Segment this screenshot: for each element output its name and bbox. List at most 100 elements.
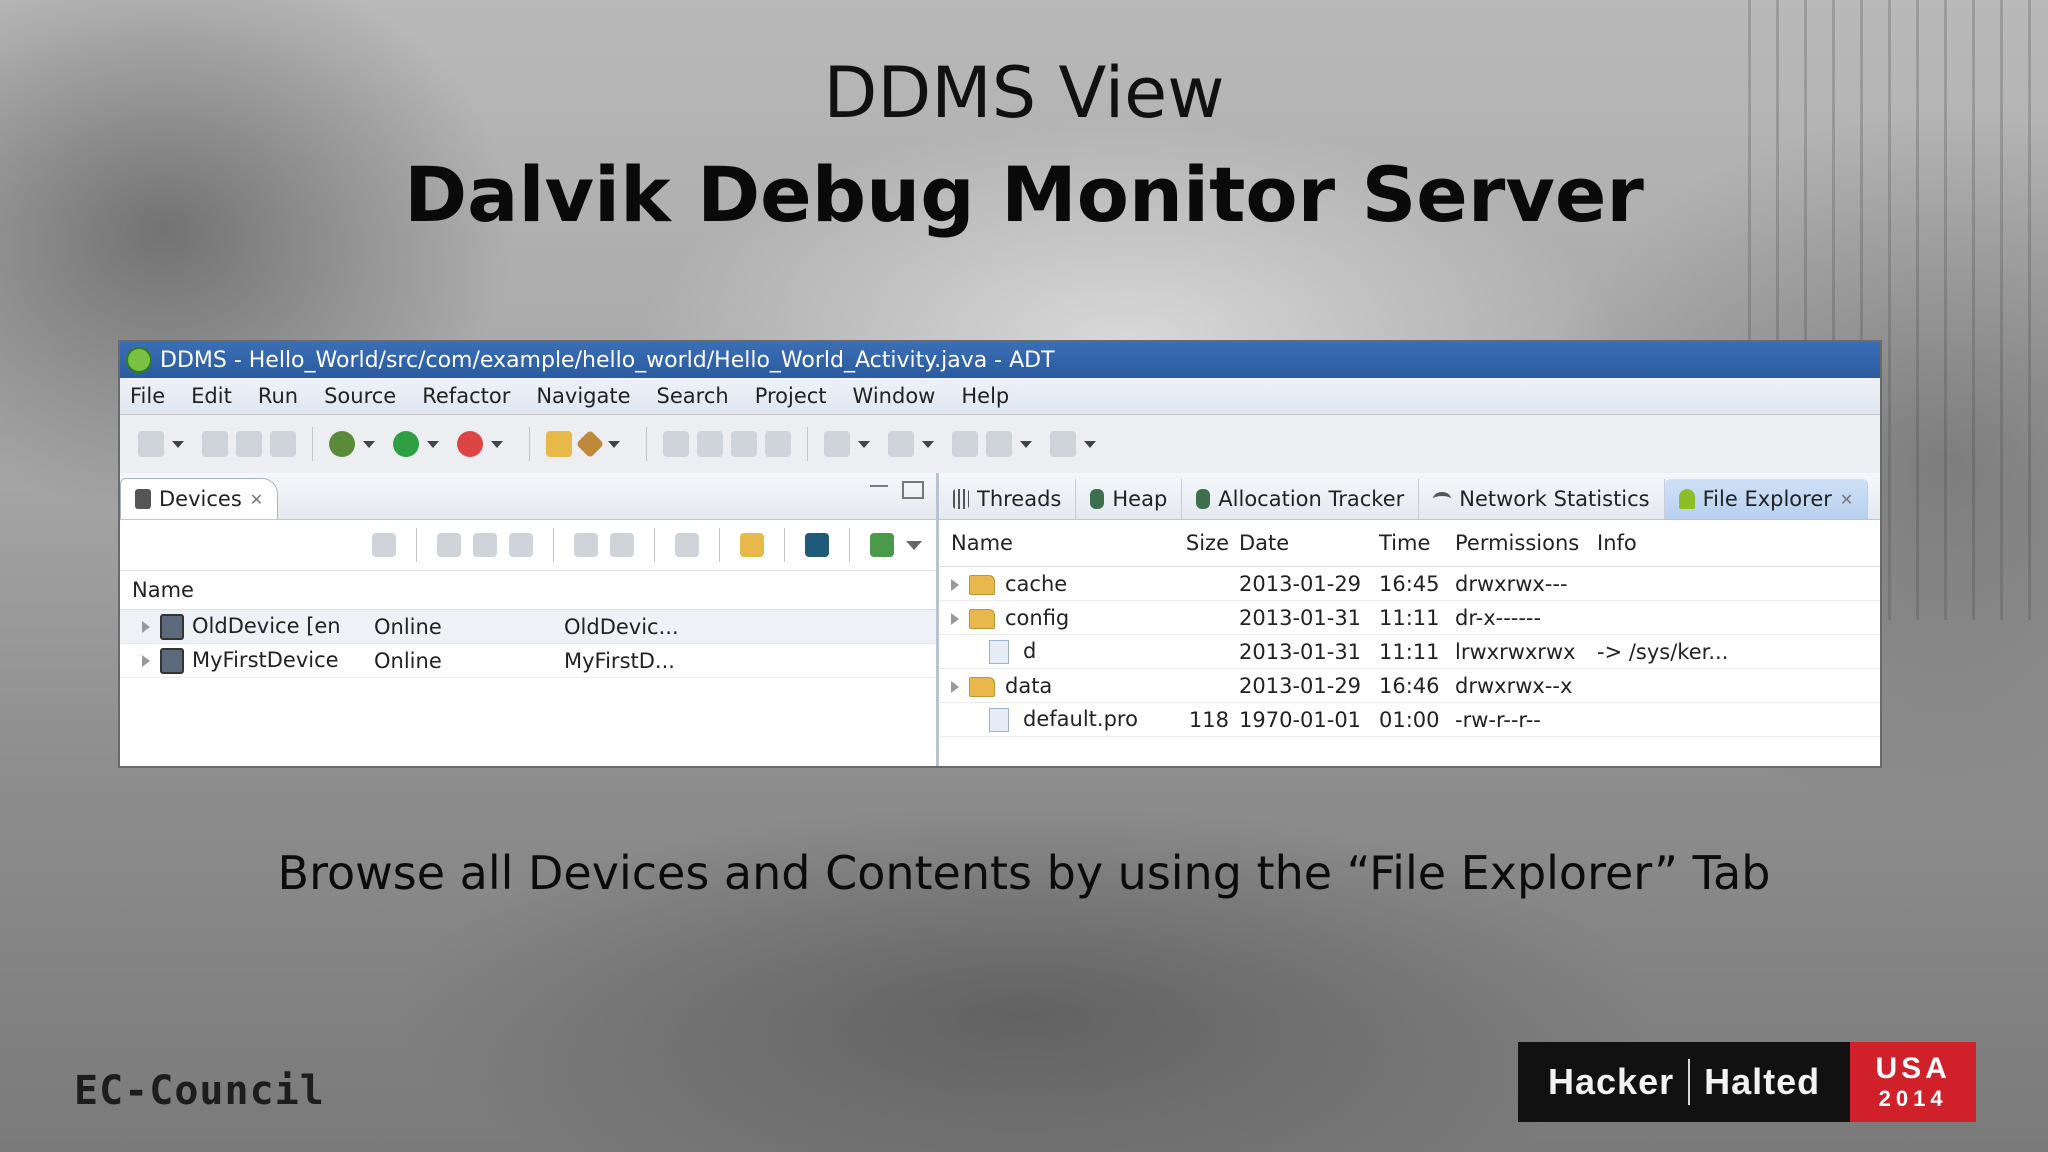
column-permissions[interactable]: Permissions	[1439, 531, 1597, 555]
menu-project[interactable]: Project	[755, 384, 827, 408]
tab-heap[interactable]: Heap	[1076, 479, 1183, 519]
file-name-cell: data	[939, 674, 1173, 698]
new-dropdown-icon[interactable]	[172, 440, 184, 448]
screen-capture-icon[interactable]	[740, 533, 764, 557]
cause-gc-icon[interactable]	[509, 533, 533, 557]
prev-annotation-dropdown-icon[interactable]	[922, 440, 934, 448]
slide-caption: Browse all Devices and Contents by using…	[277, 846, 1771, 900]
menu-help[interactable]: Help	[961, 384, 1009, 408]
folder-icon	[969, 676, 995, 697]
file-row[interactable]: cache 2013-01-29 16:45 drwxrwx---	[939, 567, 1880, 601]
stop-process-icon[interactable]	[675, 533, 699, 557]
run-icon[interactable]	[393, 431, 419, 457]
column-time[interactable]: Time	[1375, 531, 1439, 555]
back-dropdown-icon[interactable]	[1020, 440, 1032, 448]
window-title: DDMS - Hello_World/src/com/example/hello…	[160, 347, 1055, 373]
expand-arrow-icon[interactable]	[142, 654, 150, 667]
menu-source[interactable]: Source	[324, 384, 396, 408]
dump-view-hierarchy-icon[interactable]	[805, 533, 829, 557]
device-row[interactable]: MyFirstDevice Online MyFirstD...	[120, 644, 936, 678]
devices-view: Devices ✕ Name OldDevice [en Online OldD…	[120, 473, 939, 766]
save-all-icon[interactable]	[236, 431, 262, 457]
minimize-icon[interactable]	[870, 485, 888, 489]
file-row[interactable]: data 2013-01-29 16:46 drwxrwx--x	[939, 669, 1880, 703]
save-icon[interactable]	[202, 431, 228, 457]
event-name-right: Halted	[1704, 1061, 1821, 1102]
view-menu-icon[interactable]	[906, 540, 922, 550]
external-tools-icon[interactable]	[457, 431, 483, 457]
tab-allocation-tracker[interactable]: Allocation Tracker	[1182, 479, 1420, 519]
device-serial: OldDevic...	[564, 614, 679, 639]
toolbar-separator	[807, 427, 808, 461]
prev-annotation-icon[interactable]	[888, 431, 914, 457]
systrace-icon[interactable]	[870, 533, 894, 557]
menu-search[interactable]: Search	[657, 384, 729, 408]
device-row[interactable]: OldDevice [en Online OldDevic...	[120, 610, 936, 644]
close-icon[interactable]: ✕	[250, 490, 263, 509]
next-annotation-icon[interactable]	[824, 431, 850, 457]
close-icon[interactable]: ✕	[1840, 490, 1853, 509]
show-whitespace-icon[interactable]	[731, 431, 757, 457]
open-folder-icon[interactable]	[546, 431, 572, 457]
file-name-cell: config	[939, 606, 1173, 630]
tab-network-statistics[interactable]: Network Statistics	[1419, 479, 1665, 519]
maximize-icon[interactable]	[902, 481, 924, 499]
paragraph-icon[interactable]	[765, 431, 791, 457]
file-row[interactable]: d 2013-01-31 11:11 lrwxrwxrwx -> /sys/ke…	[939, 635, 1880, 669]
toolbar-separator	[784, 528, 785, 562]
menu-window[interactable]: Window	[853, 384, 936, 408]
tab-threads[interactable]: Threads	[939, 479, 1077, 519]
print-icon[interactable]	[270, 431, 296, 457]
start-method-profiling-icon[interactable]	[610, 533, 634, 557]
event-name-left: Hacker	[1548, 1061, 1675, 1102]
expand-arrow-icon[interactable]	[951, 578, 959, 591]
dump-hprof-icon[interactable]	[473, 533, 497, 557]
event-badge: USA 2014	[1850, 1042, 1977, 1122]
slide-subtitle: Dalvik Debug Monitor Server	[404, 150, 1644, 239]
expand-arrow-icon[interactable]	[951, 680, 959, 693]
rocket-icon[interactable]	[575, 429, 605, 459]
device-icon	[160, 647, 184, 674]
file-row[interactable]: config 2013-01-31 11:11 dr-x------	[939, 601, 1880, 635]
last-edit-icon[interactable]	[952, 431, 978, 457]
slide-title: DDMS View	[823, 52, 1225, 134]
menu-navigate[interactable]: Navigate	[536, 384, 630, 408]
update-heap-icon[interactable]	[437, 533, 461, 557]
menu-refactor[interactable]: Refactor	[422, 384, 510, 408]
new-icon[interactable]	[138, 431, 164, 457]
file-row[interactable]: default.pro 118 1970-01-01 01:00 -rw-r--…	[939, 703, 1880, 737]
forward-icon[interactable]	[1050, 431, 1076, 457]
file-info: -> /sys/ker...	[1597, 639, 1729, 664]
forward-dropdown-icon[interactable]	[1084, 440, 1096, 448]
tab-network-statistics-label: Network Statistics	[1459, 487, 1650, 511]
file-permissions: drwxrwx--x	[1455, 673, 1573, 698]
menu-edit[interactable]: Edit	[191, 384, 232, 408]
external-tools-dropdown-icon[interactable]	[491, 440, 503, 448]
debug-icon[interactable]	[329, 431, 355, 457]
rocket-dropdown-icon[interactable]	[608, 440, 620, 448]
expand-arrow-icon[interactable]	[142, 620, 150, 633]
update-threads-icon[interactable]	[574, 533, 598, 557]
tab-file-explorer[interactable]: File Explorer ✕	[1664, 479, 1869, 519]
device-icon	[160, 613, 184, 640]
back-icon[interactable]	[986, 431, 1012, 457]
expand-arrow-icon[interactable]	[951, 612, 959, 625]
next-annotation-dropdown-icon[interactable]	[858, 440, 870, 448]
column-name[interactable]: Name	[939, 531, 1173, 555]
column-info[interactable]: Info	[1597, 531, 1717, 555]
devices-tab-row: Devices ✕	[120, 473, 936, 520]
menu-run[interactable]: Run	[258, 384, 298, 408]
file-permissions: lrwxrwxrwx	[1455, 639, 1576, 664]
column-size[interactable]: Size	[1173, 531, 1229, 555]
pin-icon[interactable]	[663, 431, 689, 457]
column-name[interactable]: Name	[120, 578, 354, 602]
device-name: OldDevice [en	[192, 613, 341, 638]
network-icon	[1433, 492, 1452, 506]
menu-file[interactable]: File	[130, 384, 165, 408]
debug-dropdown-icon[interactable]	[363, 440, 375, 448]
run-dropdown-icon[interactable]	[427, 440, 439, 448]
tab-devices[interactable]: Devices ✕	[120, 478, 279, 519]
debug-process-icon[interactable]	[372, 533, 396, 557]
column-date[interactable]: Date	[1229, 531, 1375, 555]
pen-icon[interactable]	[697, 431, 723, 457]
